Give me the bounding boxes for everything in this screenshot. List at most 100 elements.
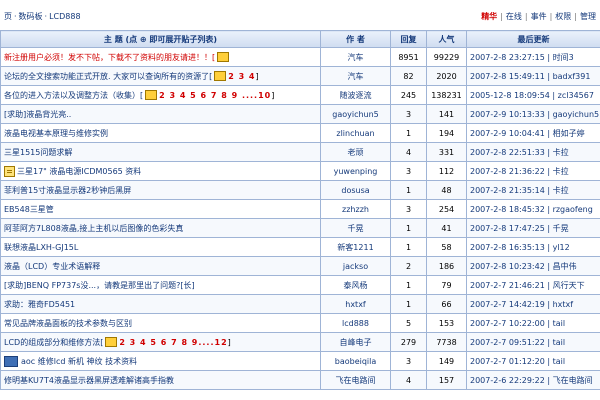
topic-title-link[interactable]: 三星1515问题求解 (4, 148, 72, 157)
nav-admin[interactable]: 管理 (580, 12, 596, 21)
topic-last-update[interactable]: 2007-2-8 22:51:33 | 卡拉 (466, 142, 600, 162)
nav-digest[interactable]: 精华 (481, 12, 497, 21)
topic-replies: 3 (390, 161, 427, 181)
topic-title-link[interactable]: LCD的组成部分和维修方法[ (4, 338, 103, 347)
topic-title-link[interactable]: 新注册用户必须！发不下帖，下载不了资料的朋友请进！！[ (4, 53, 215, 62)
breadcrumb-home[interactable]: 页 (4, 12, 12, 21)
topic-title-link[interactable]: aoc 维修lcd 新机 神纹 技术资料 (21, 357, 137, 366)
table-row[interactable]: 求助：雅奇FD5451 hxtxf 1 66 2007-2-7 14:42:19 | h… (0, 294, 600, 314)
topic-author[interactable]: 随波逐流 (320, 85, 391, 105)
table-row[interactable]: 液晶（LCD）专业术语解释 jackso 2 186 2007-2-8 10:23:42… (0, 256, 600, 276)
page-links[interactable]: 2 3 4 5 6 7 8 9....12 (119, 338, 227, 347)
topic-title-link[interactable]: 液晶电视基本原理与维修实例 (4, 129, 108, 138)
topic-last-update[interactable]: 2007-2-8 17:47:25 | 千晃 (466, 218, 600, 238)
topic-views: 138231 (426, 85, 467, 105)
topic-author[interactable]: jackso (320, 256, 391, 276)
table-row[interactable]: [求助]BENQ FP737s没...，请教是那里出了问题?[长] 泰风杨 1 79 2… (0, 275, 600, 295)
topic-author[interactable]: gaoyichun5 (320, 104, 391, 124)
topic-replies: 1 (390, 237, 427, 257)
page-links[interactable]: 2 3 4 5 6 7 8 9 ....10 (159, 91, 271, 100)
multipage-icon (145, 90, 158, 100)
header-last-update: 最后更新 (466, 30, 600, 48)
topic-title-link[interactable]: 液晶（LCD）专业术语解释 (4, 262, 100, 271)
topic-last-update[interactable]: 2007-2-8 23:27:15 | 时间3 (466, 47, 600, 67)
topic-replies: 1 (390, 294, 427, 314)
table-row[interactable]: aoc 维修lcd 新机 神纹 技术资料 baobeiqila 3 149 2007-2… (0, 351, 600, 371)
topic-last-update[interactable]: 2007-2-8 21:36:22 | 卡拉 (466, 161, 600, 181)
topic-author[interactable]: hxtxf (320, 294, 391, 314)
multipage-icon (217, 52, 230, 62)
topic-author[interactable]: zzhzzh (320, 199, 391, 219)
table-row[interactable]: 修明基KU7T4液晶显示器黑屏透难解诸高手指教 飞在电路间 4 157 2007-2-6… (0, 370, 600, 390)
topic-title-link[interactable]: 常见品牌液晶面板的技术参数与区别 (4, 319, 132, 328)
topic-author[interactable]: 老顽 (320, 142, 391, 162)
nav-online[interactable]: 在线 (506, 12, 522, 21)
topic-title-link[interactable]: 论坛的全文搜索功能正式开放. 大家可以查询所有的资源了[ (4, 72, 212, 81)
topic-author[interactable]: baobeiqila (320, 351, 391, 371)
topic-last-update[interactable]: 2007-2-7 09:51:22 | tail (466, 332, 600, 352)
topic-author[interactable]: yuwenping (320, 161, 391, 181)
table-row[interactable]: 联想液晶LXH-GJ15L 新客1211 1 58 2007-2-8 16:35:13 … (0, 237, 600, 257)
topic-views: 331 (426, 142, 467, 162)
table-row[interactable]: 阿菲阿方7L808液晶,接上主机以后图像的色彩失真 千晃 1 41 2007-2-8 1… (0, 218, 600, 238)
topic-title-link[interactable]: 求助：雅奇FD5451 (4, 300, 75, 309)
topic-last-update[interactable]: 2007-2-8 18:45:32 | rzgaofeng (466, 199, 600, 219)
topic-author[interactable]: 飞在电路间 (320, 370, 391, 390)
topic-last-update[interactable]: 2007-2-7 21:46:21 | 风行天下 (466, 275, 600, 295)
table-row[interactable]: 三星17" 液晶电源ICDM0565 资料 yuwenping 3 112 2007-2… (0, 161, 600, 181)
table-row[interactable]: 各位的进入方法以及调整方法（收集）[ 2 3 4 5 6 7 8 9 ....10… (0, 85, 600, 105)
topic-title-cell: 常见品牌液晶面板的技术参数与区别 (0, 313, 321, 333)
topic-last-update[interactable]: 2007-2-9 10:13:33 | gaoyichun5 (466, 104, 600, 124)
attachment-icon (4, 165, 15, 177)
topic-author[interactable]: dosusa (320, 180, 391, 200)
topic-author[interactable]: zlinchuan (320, 123, 391, 143)
topic-last-update[interactable]: 2007-2-7 01:12:20 | tail (466, 351, 600, 371)
topic-author[interactable]: 千晃 (320, 218, 391, 238)
topic-last-update[interactable]: 2007-2-7 14:42:19 | hxtxf (466, 294, 600, 314)
table-row[interactable]: 菲利普15寸液晶显示器2秒钟后黑屏 dosusa 1 48 2007-2-8 21:35… (0, 180, 600, 200)
table-row[interactable]: 液晶电视基本原理与维修实例 zlinchuan 1 194 2007-2-9 10:04… (0, 123, 600, 143)
topic-title-link[interactable]: 三星17" 液晶电源ICDM0565 资料 (17, 167, 141, 176)
topic-author[interactable]: 汽车 (320, 66, 391, 86)
topic-last-update[interactable]: 2007-2-8 10:23:42 | 昌中伟 (466, 256, 600, 276)
topic-author[interactable]: 泰风杨 (320, 275, 391, 295)
topic-views: 153 (426, 313, 467, 333)
table-row[interactable]: LCD的组成部分和维修方法[2 3 4 5 6 7 8 9....12] 自峰电子… (0, 332, 600, 352)
topic-title-link[interactable]: EB548三星管 (4, 205, 54, 214)
topic-author[interactable]: 新客1211 (320, 237, 391, 257)
topic-author[interactable]: 汽车 (320, 47, 391, 67)
topic-replies: 8951 (390, 47, 427, 67)
nav-permissions[interactable]: 权限 (555, 12, 571, 21)
topic-title-link[interactable]: 菲利普15寸液晶显示器2秒钟后黑屏 (4, 186, 131, 195)
table-row[interactable]: EB548三星管 zzhzzh 3 254 2007-2-8 18:45:32 | rz… (0, 199, 600, 219)
topic-title-link[interactable]: 各位的进入方法以及调整方法（收集）[ (4, 91, 143, 100)
table-row[interactable]: 常见品牌液晶面板的技术参数与区别 lcd888 5 153 2007-2-7 10:22… (0, 313, 600, 333)
topic-author[interactable]: 自峰电子 (320, 332, 391, 352)
table-row[interactable]: [求助]液晶背光亮.. gaoyichun5 3 141 2007-2-9 10:13:… (0, 104, 600, 124)
topic-last-update[interactable]: 2007-2-7 10:22:00 | tail (466, 313, 600, 333)
topic-last-update[interactable]: 2005-12-8 18:09:54 | zcl34567 (466, 85, 600, 105)
topic-title-link[interactable]: 联想液晶LXH-GJ15L (4, 243, 78, 252)
topic-title-cell: 修明基KU7T4液晶显示器黑屏透难解诸高手指教 (0, 370, 321, 390)
nav-events[interactable]: 事件 (531, 12, 547, 21)
topic-title-link[interactable]: 修明基KU7T4液晶显示器黑屏透难解诸高手指教 (4, 376, 174, 385)
topic-last-update[interactable]: 2007-2-6 22:29:22 | 飞在电路间 (466, 370, 600, 390)
topic-title-link[interactable]: [求助]BENQ FP737s没...，请教是那里出了问题?[长] (4, 281, 195, 290)
topic-last-update[interactable]: 2007-2-8 15:49:11 | badxf391 (466, 66, 600, 86)
topic-views: 58 (426, 237, 467, 257)
breadcrumb-section[interactable]: 数码板 (19, 12, 43, 21)
topic-title-link[interactable]: [求助]液晶背光亮.. (4, 110, 71, 119)
breadcrumb-forum[interactable]: LCD888 (49, 12, 80, 21)
topic-last-update[interactable]: 2007-2-8 21:35:14 | 卡拉 (466, 180, 600, 200)
topic-replies: 279 (390, 332, 427, 352)
table-row[interactable]: 新注册用户必须！发不下帖，下载不了资料的朋友请进！！[汽车 8951 99229 20… (0, 47, 600, 67)
page-links[interactable]: 2 3 4 (228, 72, 255, 81)
table-row[interactable]: 论坛的全文搜索功能正式开放. 大家可以查询所有的资源了[2 3 4] 汽车 82 20… (0, 66, 600, 86)
topic-title-cell: 各位的进入方法以及调整方法（收集）[ 2 3 4 5 6 7 8 9 ....10… (0, 85, 321, 105)
table-row[interactable]: 三星1515问题求解 老顽 4 331 2007-2-8 22:51:33 | 卡拉 (0, 142, 600, 162)
topic-last-update[interactable]: 2007-2-9 10:04:41 | 相如子婷 (466, 123, 600, 143)
topic-author[interactable]: lcd888 (320, 313, 391, 333)
topic-title-link[interactable]: 阿菲阿方7L808液晶,接上主机以后图像的色彩失真 (4, 224, 183, 233)
topic-views: 7738 (426, 332, 467, 352)
topic-last-update[interactable]: 2007-2-8 16:35:13 | yl12 (466, 237, 600, 257)
